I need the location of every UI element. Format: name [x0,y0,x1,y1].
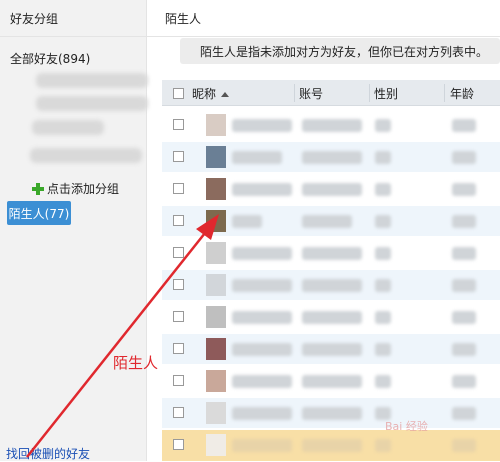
annotation-arrow [26,214,219,458]
arrow-line [26,232,206,458]
watermark: Bai 经验 [385,420,428,433]
annotation-label: 陌生人 [113,354,159,372]
arrow-head [196,214,219,240]
